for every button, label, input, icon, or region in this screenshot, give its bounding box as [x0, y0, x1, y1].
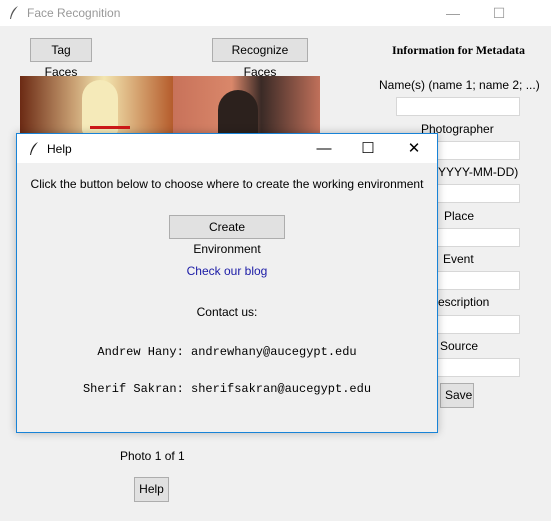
contact-andrew: Andrew Hany: andrewhany@aucegypt.edu	[97, 345, 357, 359]
blog-link[interactable]: Check our blog	[17, 264, 437, 278]
place-label: Place	[444, 209, 475, 223]
names-label: Name(s) (name 1; name 2; ...)	[379, 78, 540, 92]
window-titlebar: Face Recognition — ☐	[0, 0, 551, 26]
help-dialog: Help — ☐ ✕ Click the button below to cho…	[16, 133, 438, 433]
photo-face-2[interactable]	[173, 76, 320, 134]
event-label: Event	[443, 252, 474, 266]
photo-face-1[interactable]	[20, 76, 173, 134]
create-environment-button[interactable]: Create Environment	[169, 215, 285, 256]
minimize-button[interactable]: —	[430, 0, 476, 26]
feather-icon	[10, 6, 18, 19]
names-input[interactable]	[396, 97, 520, 116]
help-dialog-title: Help	[47, 142, 72, 156]
tag-faces-button[interactable]: Tag Faces	[30, 38, 92, 79]
date-label: YYYY-MM-DD)	[438, 165, 519, 179]
dialog-maximize-button[interactable]: ☐	[345, 134, 391, 163]
help-dialog-titlebar: Help — ☐ ✕	[17, 134, 437, 163]
contact-sherif: Sherif Sakran: sherifsakran@aucegypt.edu	[82, 382, 372, 396]
dialog-minimize-button[interactable]: —	[301, 134, 347, 163]
description-label: escription	[438, 295, 490, 309]
dialog-close-button[interactable]: ✕	[391, 134, 437, 163]
close-button[interactable]	[505, 0, 551, 26]
contact-heading: Contact us:	[196, 305, 258, 319]
feather-icon	[30, 142, 38, 155]
help-instruction: Click the button below to choose where t…	[30, 177, 424, 191]
recognize-faces-button[interactable]: Recognize Faces	[212, 38, 308, 79]
source-label: Source	[440, 339, 479, 353]
window-title: Face Recognition	[27, 6, 121, 20]
save-button[interactable]: Save	[440, 383, 474, 408]
metadata-heading: Information for Metadata	[391, 43, 526, 57]
photo-counter: Photo 1 of 1	[120, 449, 185, 463]
help-button[interactable]: Help	[134, 477, 169, 502]
